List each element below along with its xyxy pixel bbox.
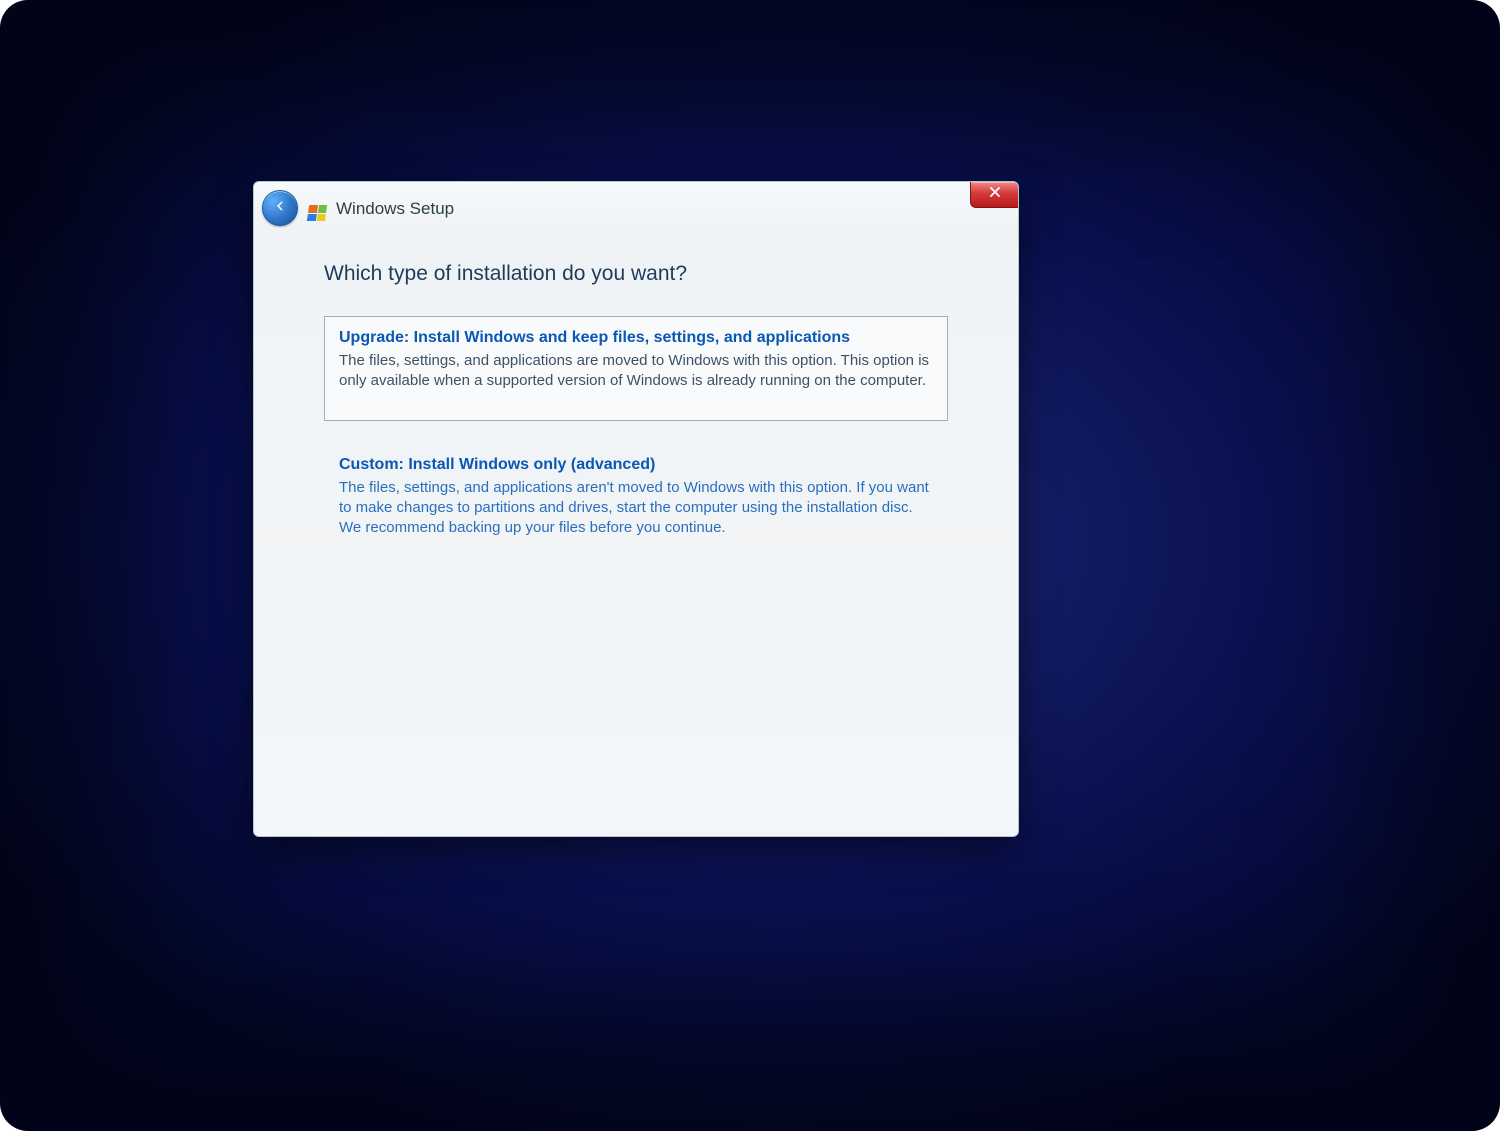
- back-button[interactable]: [262, 190, 298, 226]
- option-description: The files, settings, and applications ar…: [339, 351, 933, 392]
- dialog-title: Windows Setup: [336, 200, 454, 217]
- windows-setup-dialog: Windows Setup Which type of installation…: [253, 181, 1019, 837]
- close-icon: [988, 185, 1002, 204]
- install-option-upgrade[interactable]: Upgrade: Install Windows and keep files,…: [324, 316, 948, 421]
- install-option-custom[interactable]: Custom: Install Windows only (advanced) …: [324, 443, 948, 600]
- option-description: The files, settings, and applications ar…: [339, 478, 933, 539]
- dialog-content: Which type of installation do you want? …: [254, 234, 1018, 641]
- windows-flag-icon: [308, 199, 330, 217]
- option-title: Custom: Install Windows only (advanced): [339, 456, 933, 474]
- close-button[interactable]: [970, 182, 1018, 208]
- page-heading: Which type of installation do you want?: [324, 262, 948, 286]
- titlebar: Windows Setup: [254, 182, 1018, 234]
- arrow-left-icon: [271, 197, 289, 220]
- option-title: Upgrade: Install Windows and keep files,…: [339, 329, 933, 347]
- screen: Windows Setup Which type of installation…: [0, 0, 1500, 1131]
